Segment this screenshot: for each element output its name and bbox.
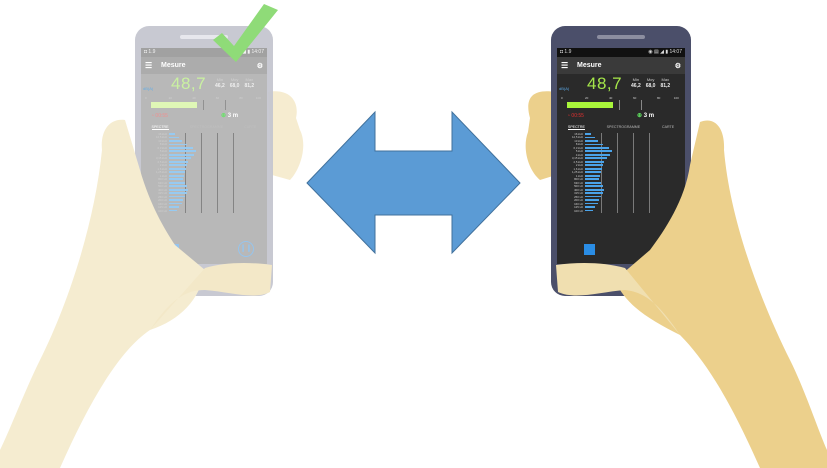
right-hand: [615, 120, 827, 468]
double-arrow: [306, 110, 521, 255]
foreground-layer: [0, 4, 827, 468]
illustration-stage: ◘ 1.9 ◉ ▤ ◢ ▮ 14:07 ☰ Mesure ⚙ dB(A) 48,…: [0, 0, 827, 468]
checkmark-icon: [213, 4, 278, 62]
left-hand: [0, 119, 205, 468]
